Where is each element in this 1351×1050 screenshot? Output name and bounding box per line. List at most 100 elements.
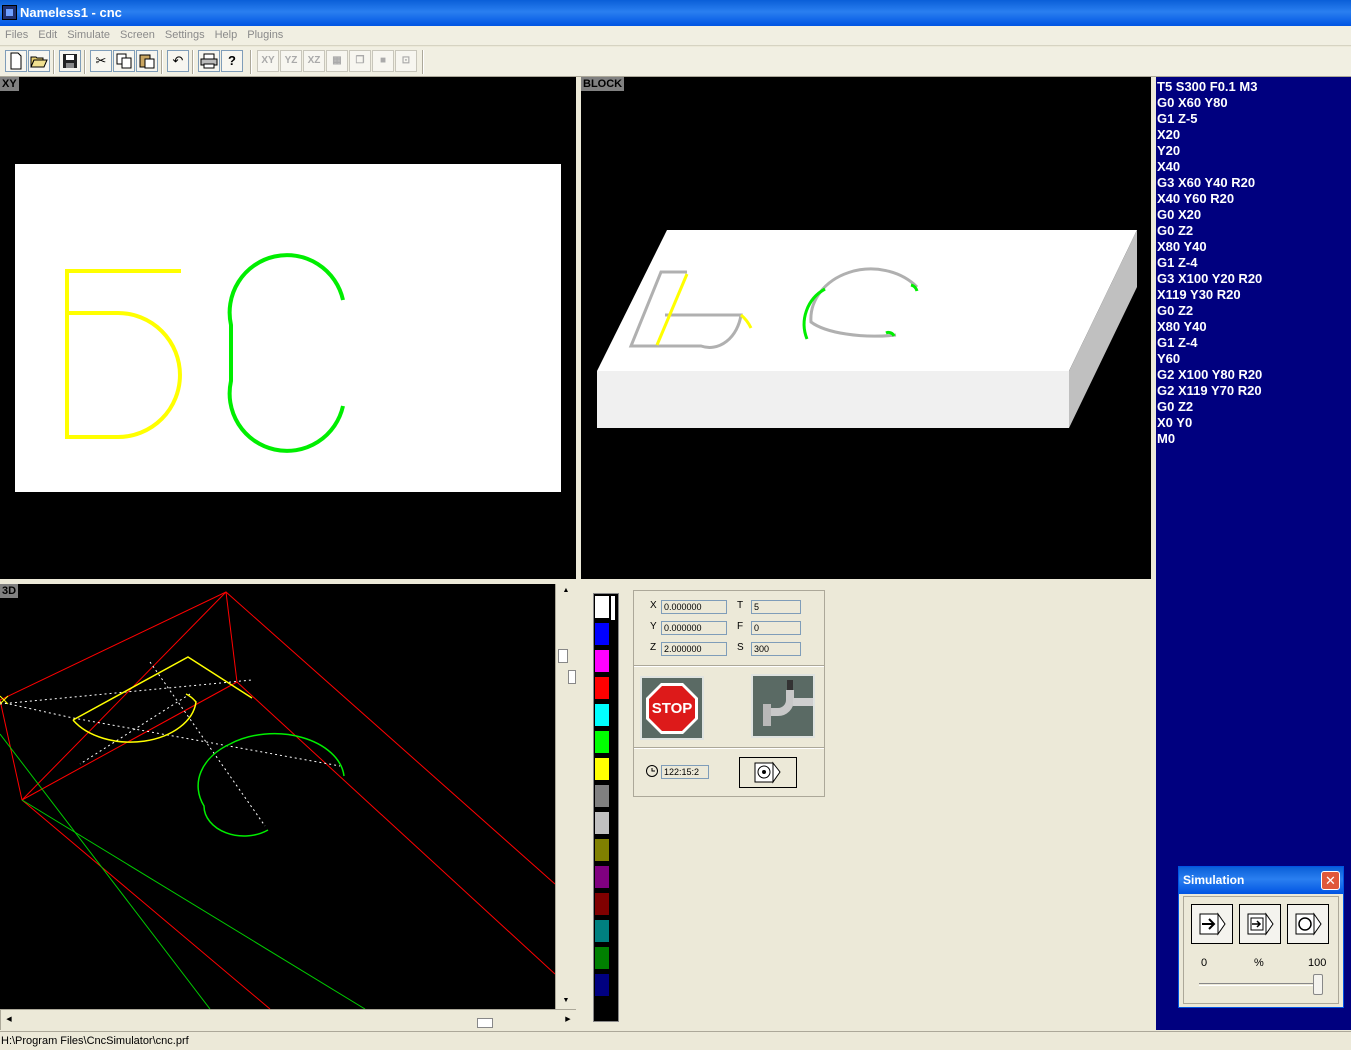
undo-icon[interactable]: ↶	[167, 50, 189, 72]
color-swatch-maroon[interactable]	[595, 893, 609, 915]
view-fit-icon[interactable]: ⊡	[395, 50, 417, 72]
gcode-line[interactable]: X40	[1157, 159, 1351, 175]
run-button[interactable]	[739, 757, 797, 788]
view-grid-icon[interactable]: ▦	[326, 50, 348, 72]
color-palette	[593, 593, 619, 1022]
y-value: 0.000000	[661, 621, 727, 635]
clock-icon	[646, 765, 658, 777]
speed-slider-track[interactable]	[1199, 983, 1321, 986]
simulation-title-bar[interactable]: Simulation	[1179, 867, 1343, 894]
color-swatch-gray[interactable]	[595, 785, 609, 807]
gcode-line[interactable]: M0	[1157, 431, 1351, 447]
gcode-line[interactable]: G0 X20	[1157, 207, 1351, 223]
color-swatch-olive[interactable]	[595, 839, 609, 861]
gcode-line[interactable]: G1 Z-4	[1157, 335, 1351, 351]
gcode-line[interactable]: Y20	[1157, 143, 1351, 159]
new-file-icon[interactable]	[5, 50, 27, 72]
gcode-line[interactable]: X20	[1157, 127, 1351, 143]
copy-icon[interactable]	[113, 50, 135, 72]
3d-s-path	[197, 732, 345, 837]
toolbar: ✂ ↶ ? XY YZ XZ ▦ ❐ ■ ⊡	[0, 47, 1351, 77]
app-icon	[2, 5, 17, 20]
color-swatch-white[interactable]	[595, 596, 609, 618]
z-label: Z	[650, 642, 657, 653]
scroll-up-icon[interactable]: ▲	[561, 586, 571, 596]
3d-drawing	[0, 591, 555, 1009]
gcode-line[interactable]: X80 Y40	[1157, 319, 1351, 335]
z-value: 2.000000	[661, 642, 727, 656]
gcode-line[interactable]: G0 Z2	[1157, 223, 1351, 239]
color-swatch-cyan[interactable]	[595, 704, 609, 726]
3d-horizontal-scrollbar[interactable]: ◀ ▶	[0, 1009, 576, 1030]
s-label: S	[737, 642, 744, 653]
step-icon	[1247, 912, 1274, 936]
open-file-icon[interactable]	[28, 50, 50, 72]
block-view-label: BLOCK	[581, 77, 625, 91]
color-swatch-yellow[interactable]	[595, 758, 609, 780]
view-multi-icon[interactable]: ❐	[349, 50, 371, 72]
menu-plugins[interactable]: Plugins	[242, 26, 288, 44]
simulation-title: Simulation	[1183, 873, 1245, 887]
simulate-run-button[interactable]	[1191, 904, 1233, 944]
block-drawing	[597, 230, 1137, 428]
simulate-stop-button[interactable]	[1287, 904, 1329, 944]
color-swatch-red[interactable]	[595, 677, 609, 699]
simulate-step-button[interactable]	[1239, 904, 1281, 944]
gcode-line[interactable]: G0 Z2	[1157, 399, 1351, 415]
block-top-face	[597, 230, 1137, 371]
gcode-line[interactable]: G3 X100 Y20 R20	[1157, 271, 1351, 287]
tool-change-button[interactable]	[751, 674, 815, 738]
color-swatch-green[interactable]	[595, 731, 609, 753]
color-swatch-teal[interactable]	[595, 920, 609, 942]
gcode-line[interactable]: G1 Z-5	[1157, 111, 1351, 127]
gcode-line[interactable]: G3 X60 Y40 R20	[1157, 175, 1351, 191]
gcode-line[interactable]: G2 X100 Y80 R20	[1157, 367, 1351, 383]
gcode-line[interactable]: G1 Z-4	[1157, 255, 1351, 271]
gcode-line[interactable]: Y60	[1157, 351, 1351, 367]
block-view[interactable]: BLOCK	[581, 77, 1151, 579]
menu-screen[interactable]: Screen	[115, 26, 160, 44]
color-swatch-silver[interactable]	[595, 812, 609, 834]
x-value: 0.000000	[661, 600, 727, 614]
gcode-line[interactable]: X80 Y40	[1157, 239, 1351, 255]
menu-help[interactable]: Help	[210, 26, 243, 44]
gcode-line[interactable]: X40 Y60 R20	[1157, 191, 1351, 207]
3d-vertical-scrollbar[interactable]: ▲ ▼	[555, 584, 576, 1009]
paste-icon[interactable]	[136, 50, 158, 72]
cut-icon[interactable]: ✂	[90, 50, 112, 72]
h-scroll-thumb[interactable]	[477, 1018, 493, 1028]
speed-min-label: 0	[1201, 957, 1208, 969]
menu-files[interactable]: Files	[0, 26, 33, 44]
view-solid-icon[interactable]: ■	[372, 50, 394, 72]
help-icon[interactable]: ?	[221, 50, 243, 72]
view-yz-button[interactable]: YZ	[280, 50, 302, 72]
gcode-line[interactable]: G0 Z2	[1157, 303, 1351, 319]
stop-button[interactable]: STOP	[640, 676, 704, 740]
close-icon[interactable]: ✕	[1321, 871, 1340, 890]
gcode-line[interactable]: T5 S300 F0.1 M3	[1157, 79, 1351, 95]
view-xz-button[interactable]: XZ	[303, 50, 325, 72]
speed-slider-thumb[interactable]	[1313, 974, 1323, 995]
gcode-line[interactable]: G2 X119 Y70 R20	[1157, 383, 1351, 399]
save-icon[interactable]	[59, 50, 81, 72]
scroll-right-icon[interactable]: ▶	[563, 1015, 573, 1025]
menu-settings[interactable]: Settings	[160, 26, 210, 44]
menu-simulate[interactable]: Simulate	[62, 26, 115, 44]
color-swatch-navy[interactable]	[595, 974, 609, 996]
3d-view[interactable]: 3D ▲ ▼ ◀ ▶	[0, 584, 576, 1030]
menu-edit[interactable]: Edit	[33, 26, 62, 44]
gcode-line[interactable]: X119 Y30 R20	[1157, 287, 1351, 303]
print-icon[interactable]	[198, 50, 220, 72]
color-swatch-magenta[interactable]	[595, 650, 609, 672]
color-swatch-purple[interactable]	[595, 866, 609, 888]
scroll-down-icon[interactable]: ▼	[561, 996, 571, 1006]
gcode-line[interactable]: X0 Y0	[1157, 415, 1351, 431]
view-xy-button[interactable]: XY	[257, 50, 279, 72]
color-swatch-dark-green[interactable]	[595, 947, 609, 969]
scroll-left-icon[interactable]: ◀	[4, 1015, 14, 1025]
color-swatch-blue[interactable]	[595, 623, 609, 645]
xy-view[interactable]: XY	[0, 77, 576, 579]
scroll-thumb[interactable]	[558, 649, 568, 663]
speed-max-label: 100	[1308, 957, 1327, 969]
gcode-line[interactable]: G0 X60 Y80	[1157, 95, 1351, 111]
